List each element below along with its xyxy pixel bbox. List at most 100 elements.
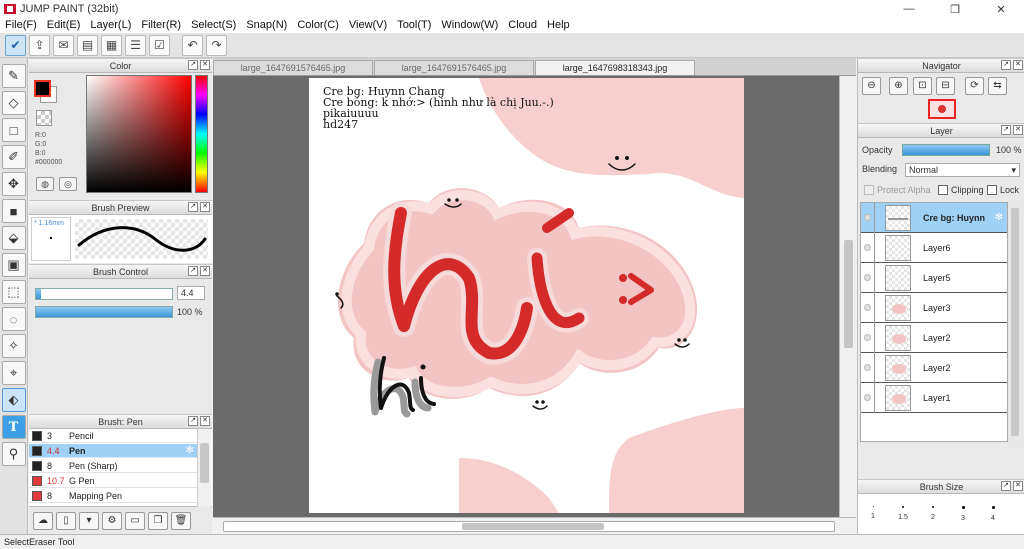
brush-size-preset[interactable]: 1 [858, 498, 888, 532]
canvas-horizontal-scrollbar[interactable] [213, 517, 856, 534]
gear-icon[interactable]: ✻ [995, 212, 1003, 223]
menu-view[interactable]: View(V) [344, 18, 392, 33]
brush-item-mapping-pen[interactable]: 8 Mapping Pen [29, 489, 197, 503]
layer-visibility-toggle[interactable] [861, 322, 875, 353]
flip-icon[interactable]: ⇆ [988, 77, 1007, 95]
list-icon[interactable]: ☰ [125, 34, 146, 56]
menu-filter[interactable]: Filter(R) [136, 18, 186, 33]
zoom-in-icon[interactable]: ⊕ [889, 77, 908, 95]
brush-list-scrollbar[interactable] [197, 429, 211, 507]
trash-icon[interactable]: 🗑 [171, 512, 191, 530]
artboard[interactable]: Cre bg: Huynn Chang Cre bóng: k nhớ:> (h… [309, 78, 744, 513]
minimize-button[interactable]: — [886, 0, 932, 18]
menu-file[interactable]: File(F) [0, 18, 42, 33]
layer-opacity-slider[interactable] [902, 144, 990, 156]
eyedropper-tool-icon[interactable]: ⚲ [1, 442, 26, 466]
pen-tool-icon[interactable]: ✐ [1, 145, 26, 169]
brush-size-preset[interactable]: 4 [978, 498, 1008, 532]
undock-icon[interactable]: ↗ [1001, 60, 1011, 70]
maximize-button[interactable]: ❐ [932, 0, 978, 18]
eraser-tool-icon[interactable]: ◇ [1, 91, 26, 115]
navigator-thumbnail[interactable] [928, 99, 956, 119]
undock-icon[interactable]: ↗ [188, 202, 198, 212]
brush-opacity-slider[interactable] [35, 306, 173, 318]
close-panel-icon[interactable]: ✕ [1013, 125, 1023, 135]
menu-cloud[interactable]: Cloud [503, 18, 542, 33]
close-panel-icon[interactable]: ✕ [200, 266, 210, 276]
undock-icon[interactable]: ↗ [188, 416, 198, 426]
scrollbar-track[interactable] [223, 521, 835, 532]
palette-icon[interactable]: ◍ [36, 177, 54, 191]
menu-snap[interactable]: Snap(N) [241, 18, 292, 33]
brush-item-pencil[interactable]: 3 Pencil [29, 429, 197, 443]
document-tab-active[interactable]: large_1647698318343.jpg [535, 60, 695, 75]
blending-mode-select[interactable]: Normal ▾ [905, 163, 1020, 177]
layer-visibility-toggle[interactable] [861, 262, 875, 293]
scrollbar-thumb[interactable] [844, 240, 853, 348]
brush-tool-icon[interactable]: ✎ [1, 64, 26, 88]
undo-icon[interactable]: ↶ [182, 34, 203, 56]
canvas-viewport[interactable]: Cre bg: Huynn Chang Cre bóng: k nhớ:> (h… [213, 76, 856, 517]
close-panel-icon[interactable]: ✕ [1013, 60, 1023, 70]
layer-visibility-toggle[interactable] [861, 292, 875, 323]
brush-size-preset[interactable]: 2 [918, 498, 948, 532]
layer-row[interactable]: Layer1 [861, 382, 1007, 413]
transparent-color-swatch[interactable] [36, 110, 52, 126]
layer-visibility-toggle[interactable] [861, 232, 875, 263]
share-icon[interactable]: ⇪ [29, 34, 50, 56]
undock-icon[interactable]: ↗ [1001, 125, 1011, 135]
canvas-vertical-scrollbar[interactable] [839, 76, 856, 517]
layer-row[interactable]: Layer6 [861, 232, 1007, 263]
scrollbar-thumb[interactable] [1011, 208, 1019, 436]
menu-select[interactable]: Select(S) [186, 18, 241, 33]
duplicate-icon[interactable]: ❐ [148, 512, 168, 530]
cloud-check-icon[interactable]: ✔ [5, 34, 26, 56]
select-eraser-tool-icon[interactable]: ⬖ [1, 388, 26, 412]
folder-icon[interactable]: ▭ [125, 512, 145, 530]
menu-tool[interactable]: Tool(T) [392, 18, 436, 33]
brush-size-preset[interactable]: 3 [948, 498, 978, 532]
close-button[interactable]: ✕ [978, 0, 1024, 18]
document-tab[interactable]: large_1647691576465.jpg [374, 60, 534, 75]
close-panel-icon[interactable]: ✕ [200, 202, 210, 212]
gear-icon[interactable]: ✻ [186, 445, 194, 456]
new-brush-icon[interactable]: ▯ [56, 512, 76, 530]
lasso-tool-icon[interactable]: ◌ [1, 307, 26, 331]
zoom-out-icon[interactable]: ⊖ [862, 77, 881, 95]
undock-icon[interactable]: ↗ [188, 266, 198, 276]
document-tab[interactable]: large_1647691576465.jpg [213, 60, 373, 75]
protect-alpha-checkbox[interactable]: Protect Alpha [864, 185, 931, 195]
bucket-tool-icon[interactable]: ⬙ [1, 226, 26, 250]
close-panel-icon[interactable]: ✕ [200, 416, 210, 426]
brush-item-pen-sharp[interactable]: 8 Pen (Sharp) [29, 459, 197, 473]
checklist-icon[interactable]: ☑ [149, 34, 170, 56]
select-pen-tool-icon[interactable]: ⌖ [1, 361, 26, 385]
close-panel-icon[interactable]: ✕ [1013, 481, 1023, 491]
layer-visibility-toggle[interactable] [861, 382, 875, 413]
rect-select-tool-icon[interactable]: □ [1, 118, 26, 142]
close-panel-icon[interactable]: ✕ [200, 60, 210, 70]
fit-window-icon[interactable]: ⊡ [913, 77, 932, 95]
brush-settings-icon[interactable]: ⚙ [102, 512, 122, 530]
brush-item-pen[interactable]: 4.4 Pen ✻ [29, 444, 197, 458]
menu-help[interactable]: Help [542, 18, 575, 33]
brush-size-slider[interactable] [35, 288, 173, 300]
brush-options-icon[interactable]: ▾ [79, 512, 99, 530]
scrollbar-thumb[interactable] [462, 523, 604, 530]
brush-size-value[interactable]: 4.4 [177, 286, 205, 300]
text-tool-icon[interactable]: T [1, 415, 26, 439]
menu-window[interactable]: Window(W) [436, 18, 503, 33]
layer-row[interactable]: Layer5 [861, 262, 1007, 293]
undock-icon[interactable]: ↗ [188, 60, 198, 70]
comment-icon[interactable]: ✉ [53, 34, 74, 56]
marquee-tool-icon[interactable]: ⬚ [1, 280, 26, 304]
hue-slider[interactable] [195, 75, 208, 193]
layer-visibility-toggle[interactable] [861, 352, 875, 383]
document-icon[interactable]: ▦ [101, 34, 122, 56]
scrollbar-thumb[interactable] [200, 443, 209, 483]
undock-icon[interactable]: ↗ [1001, 481, 1011, 491]
redo-icon[interactable]: ↷ [206, 34, 227, 56]
move-tool-icon[interactable]: ✥ [1, 172, 26, 196]
fill-rect-tool-icon[interactable]: ■ [1, 199, 26, 223]
brush-cloud-icon[interactable]: ☁ [33, 512, 53, 530]
